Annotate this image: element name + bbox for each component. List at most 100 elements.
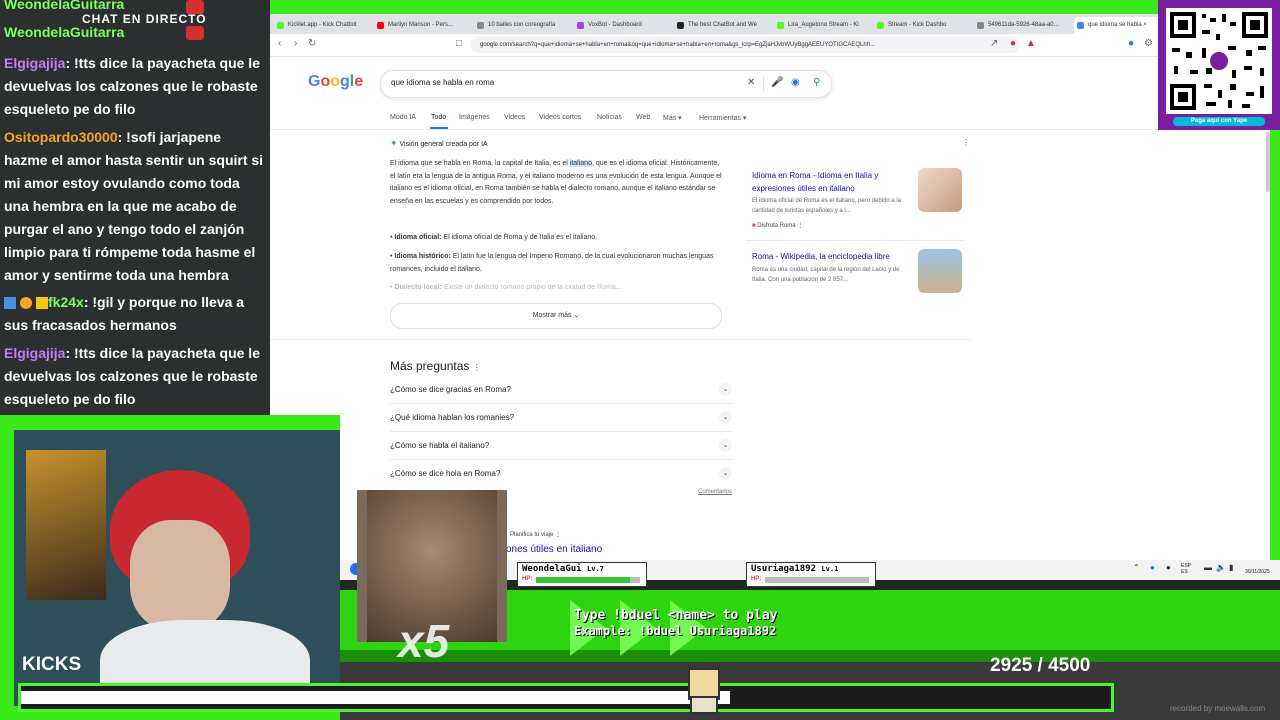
microphone-icon[interactable]: 🎤 [771,77,783,88]
filter-more[interactable]: Más ▾ [663,114,682,122]
bot-badge-icon [4,297,16,310]
reload-icon[interactable]: ↻ [308,38,316,49]
duel-example: Example: !bduel Usuriaga1892 [574,624,777,638]
source-card[interactable]: Roma - Wikipedia, la enciclopedia libre … [746,245,964,293]
url-bar[interactable]: google.com/search?q=que+idioma+se+habla+… [470,37,1020,53]
divider [270,339,970,340]
hp-label: HP: [751,576,762,582]
more-options-icon[interactable]: ⋮ [473,363,481,372]
browser-tab[interactable]: Kicklet.app - Kick Chatbot [274,17,378,34]
filter-ai-mode[interactable]: Modo IA [390,114,416,121]
clear-icon[interactable]: ✕ [747,77,755,88]
address-row: ‹ › ↻ □ google.com/search?q=que+idioma+s… [270,34,1270,57]
filter-tools[interactable]: Herramientas ▾ [699,114,746,122]
poster-image [26,450,106,600]
browser-tab[interactable]: 549611da-5926-48aa-a0... [974,17,1078,34]
devil-emote-icon [186,0,204,14]
filter-videos[interactable]: Videos [504,114,525,121]
profile-icon[interactable]: ● [1128,38,1134,49]
tray-app-icon[interactable]: ● [1150,563,1155,572]
paa-question[interactable]: ¿Cómo se dice hola en Roma? ⌄ [390,460,732,487]
google-logo[interactable]: Google [308,73,363,91]
paa-question[interactable]: ¿Cómo se dice gracias en Roma? ⌄ [390,376,732,404]
chevron-up-icon[interactable]: ⌃ [1133,563,1140,572]
chat-username: Ositopardo30000 [4,129,118,145]
people-also-ask-title: Más preguntas ⋮ [390,359,481,373]
paa-question[interactable]: ¿Qué idioma hablan los romanies? ⌄ [390,404,732,432]
goal-progress-fill [21,691,730,704]
google-favicon-icon [1077,22,1084,29]
volume-icon[interactable]: 🔈 [1216,563,1226,572]
crown-badge-icon [35,297,48,310]
tray-app-icon[interactable]: ● [1166,563,1171,572]
alert-multiplier: x5 [398,615,450,667]
search-box[interactable]: que idioma se habla en roma ✕ 🎤 ◉ ⚲ [380,70,832,98]
show-more-button[interactable]: Mostrar más ⌄ [390,303,722,329]
qr-code-image [1170,12,1268,110]
result-link[interactable]: ones útiles en italiano [506,544,602,555]
youtube-favicon-icon [377,22,384,29]
bookmark-icon[interactable]: □ [456,38,462,49]
web-favicon-icon [477,22,484,29]
card-title[interactable]: Idioma en Roma - Idioma en Italia y expr… [752,170,902,195]
chat-text: : !sofi jarjapene hazme el amor hasta se… [4,129,264,283]
hp-bar [765,577,869,583]
filter-web[interactable]: Web [636,114,650,121]
filter-news[interactable]: Noticias [597,114,622,121]
filter-short-videos[interactable]: Videos cortos [539,114,581,121]
filter-all[interactable]: Todo [431,114,446,121]
player-name: WeondelaGui Lv.7 [522,564,604,574]
browser-tab[interactable]: Marilyn Manson - Pers... [374,17,478,34]
web-favicon-icon [677,22,684,29]
battery-icon[interactable]: ▮ [1229,563,1233,572]
search-icon[interactable]: ⚲ [813,77,820,88]
source-favicon-icon: ■ [752,223,756,229]
qr-code [1166,8,1272,114]
player2-hp-box: Usuriaga1892 Lv.1 HP: [746,562,876,587]
language-indicator[interactable]: ESP ES [1181,563,1191,575]
webcam-frame [0,415,340,430]
ai-bullet: • Idioma oficial: El idioma oficial de R… [390,234,598,241]
share-icon[interactable]: ↗ [990,38,998,49]
tab-bar: Kicklet.app - Kick Chatbot Marilyn Manso… [270,14,1270,34]
paa-question[interactable]: ¿Cómo se habla el italiano? ⌄ [390,432,732,460]
search-input[interactable]: que idioma se habla en roma [391,78,494,87]
filter-images[interactable]: Imágenes [459,114,490,121]
alert-icon[interactable]: ▲ [1026,38,1036,49]
feedback-link[interactable]: Comentarios [698,489,732,495]
hp-label: HP: [522,576,533,582]
webcam-frame [0,430,14,720]
network-icon[interactable]: ▬ [1204,563,1212,572]
chevron-down-icon: ⌄ [719,411,732,424]
browser-tab[interactable]: The best ChatBot and We [674,17,778,34]
goal-counter: 2925 / 4500 [990,655,1091,676]
ai-bullet-faded: • Dialecto local: Existe un dialecto rom… [390,284,622,291]
extensions-puzzle-icon[interactable]: ⚙ [1144,38,1153,49]
source-card[interactable]: Idioma en Roma - Idioma en Italia y expr… [746,164,964,234]
sub-badge-icon [19,297,32,310]
web-favicon-icon [977,22,984,29]
card-title[interactable]: Roma - Wikipedia, la enciclopedia libre [752,251,902,264]
forward-arrow-icon[interactable]: › [294,38,297,49]
extension-icon[interactable]: ● [1010,38,1016,49]
chat-top-user: WeondelaGuitarra [4,0,125,12]
divider [270,129,1270,130]
sprite-body [690,696,718,714]
browser-tab[interactable]: Stream - Kick Dashbo [874,17,978,34]
streamer-face [130,520,230,630]
back-arrow-icon[interactable]: ‹ [278,38,281,49]
scrollbar[interactable] [1266,132,1270,192]
card-thumbnail [918,168,962,212]
chevron-down-icon: ⌄ [573,312,580,319]
browser-tab[interactable]: Lira_Augetono Stream - Ki [774,17,878,34]
divider [763,77,764,91]
browser-tab[interactable]: 10 bailes con coreografía [474,17,578,34]
player1-hp-box: WeondelaGui Lv.7 HP: [517,562,647,587]
yape-caption: Paga aquí con Yape [1173,117,1265,126]
taskbar-clock[interactable]: 30/11/2025 [1245,563,1270,575]
chat-username: fk24x [48,294,84,310]
browser-tab[interactable]: VoxBot - Dashboard [574,17,678,34]
camera-search-icon[interactable]: ◉ [791,77,800,88]
browser-tab-active[interactable]: que idioma se habla × [1074,17,1162,34]
more-options-icon[interactable]: ⋮ [962,138,970,147]
